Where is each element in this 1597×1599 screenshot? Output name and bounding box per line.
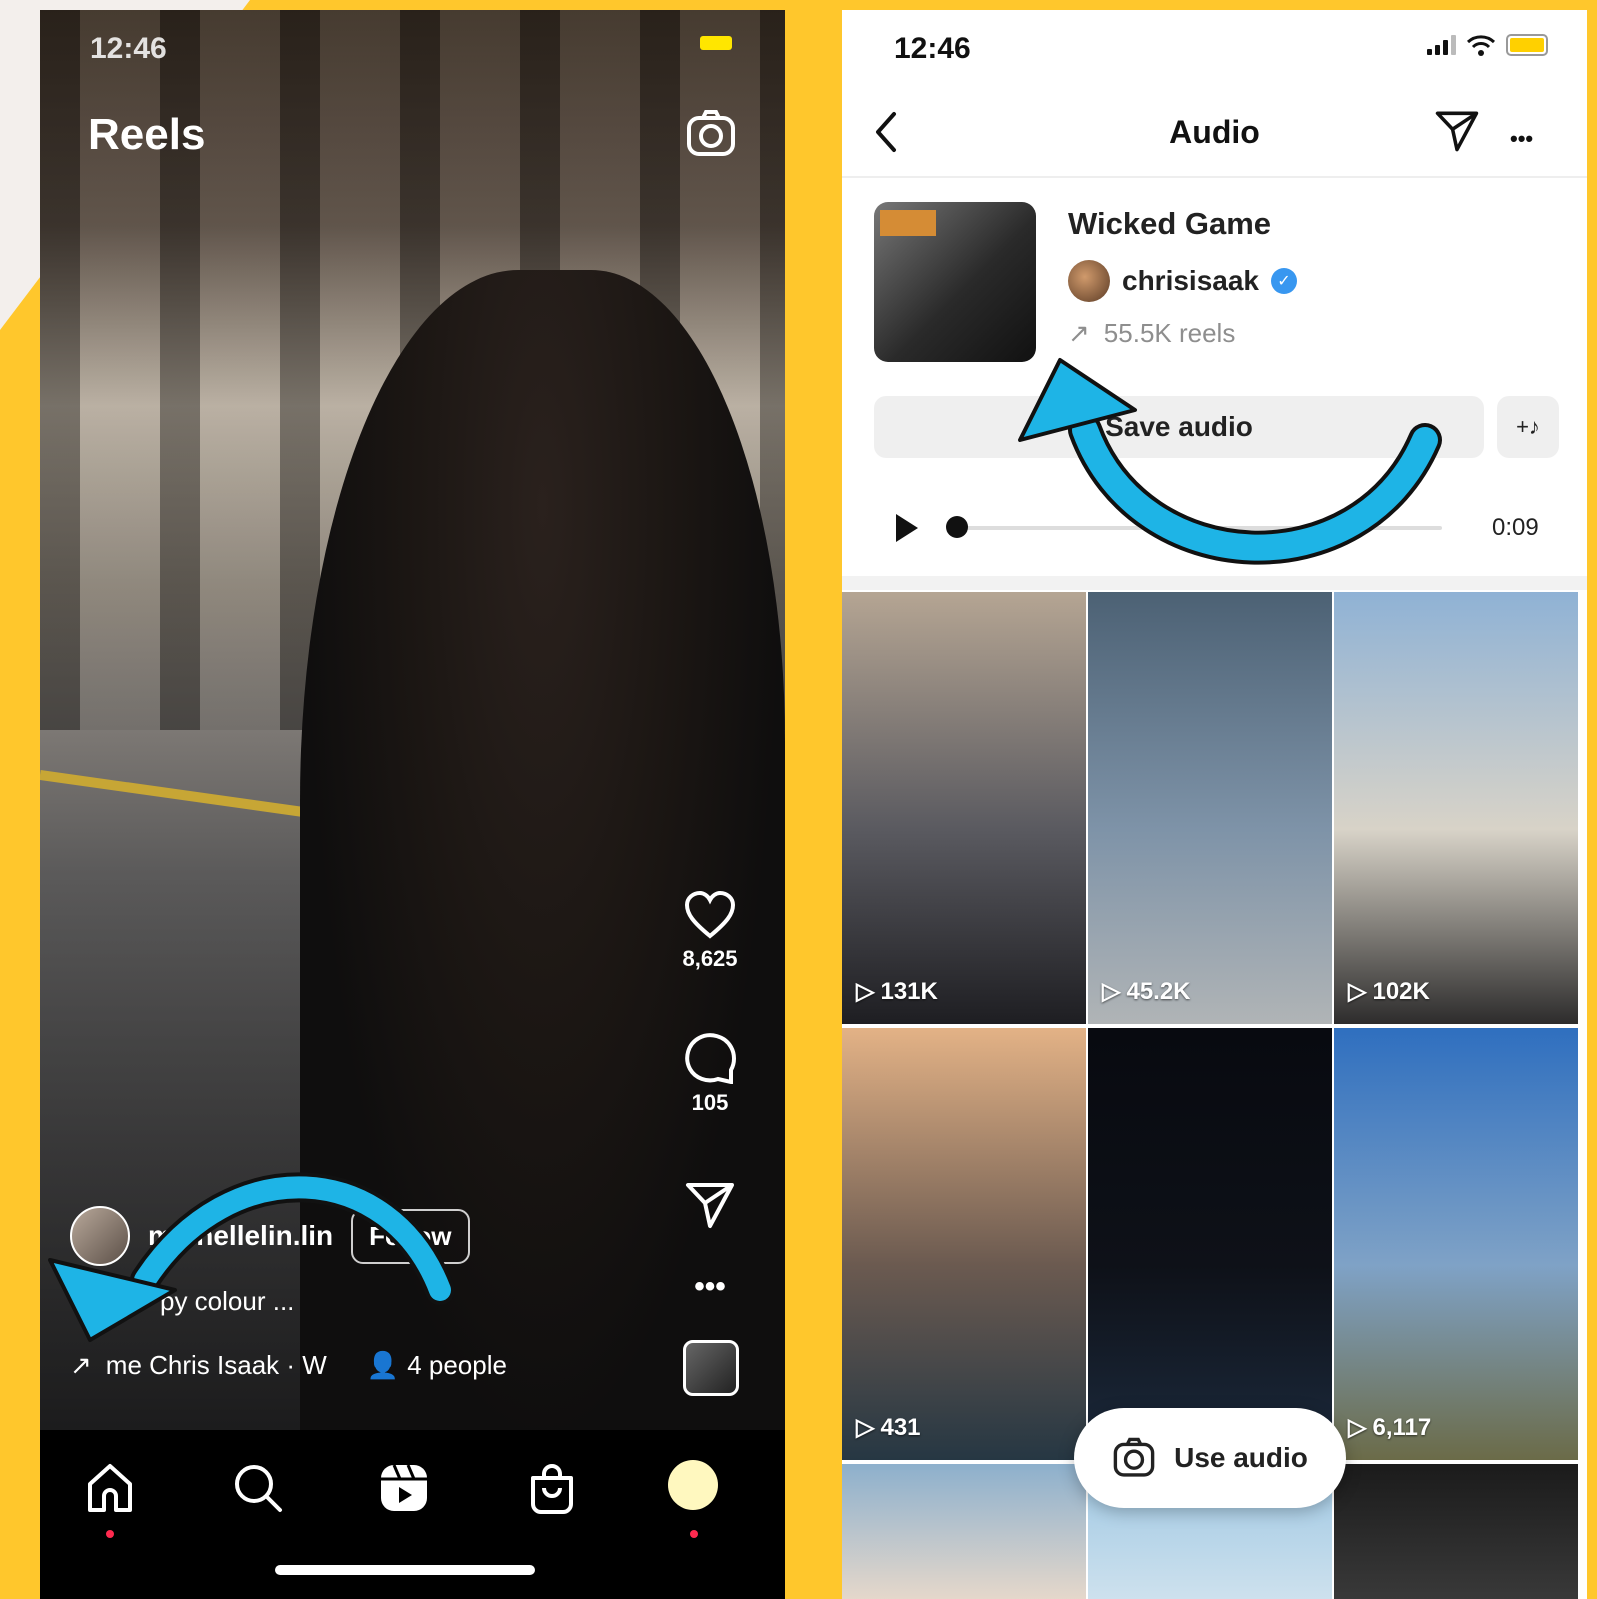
like-count: 8,625 xyxy=(682,946,738,971)
reel-thumbnail[interactable]: ▷ 431 xyxy=(842,1028,1086,1460)
caption[interactable]: py colour ... xyxy=(160,1286,294,1317)
play-outline-icon: ▷ xyxy=(1348,978,1367,1005)
scrubber-handle[interactable] xyxy=(946,516,968,538)
view-count: ▷ 131K xyxy=(856,977,938,1006)
page-title: Reels xyxy=(88,110,206,159)
more-icon: ••• xyxy=(694,1270,726,1303)
play-icon[interactable] xyxy=(888,510,924,546)
wifi-icon xyxy=(1466,35,1496,56)
share-button[interactable] xyxy=(670,1180,750,1230)
comment-button[interactable]: 105 xyxy=(670,1030,750,1116)
audio-attribution[interactable]: ↗ me Chris Isaak · W 👤 4 people xyxy=(70,1350,507,1381)
search-icon xyxy=(235,1465,282,1512)
reel-thumbnail[interactable]: ▷ 102K xyxy=(1334,592,1578,1024)
reel-thumbnail[interactable] xyxy=(1088,1028,1332,1460)
reel-author: michellelin.lin Follow xyxy=(70,1206,470,1266)
view-count: ▷ 6,117 xyxy=(1348,1413,1432,1442)
follow-button[interactable]: Follow xyxy=(351,1208,470,1264)
arrow-up-right-icon: ↗ xyxy=(70,1350,92,1380)
comment-icon xyxy=(685,1033,736,1084)
shop-icon xyxy=(531,1464,573,1514)
save-audio-button[interactable]: Save audio xyxy=(874,396,1484,458)
reels-screen: 12:46 Reels 8,625 105 ••• michellelin.li… xyxy=(40,10,785,1599)
nav-home[interactable] xyxy=(82,1460,142,1520)
view-count: ▷ 431 xyxy=(856,1413,921,1442)
audio-track-text[interactable]: me Chris Isaak · W xyxy=(106,1350,327,1381)
nav-profile[interactable] xyxy=(668,1460,728,1520)
nav-reels[interactable] xyxy=(376,1460,436,1520)
play-outline-icon: ▷ xyxy=(1348,1414,1367,1441)
profile-avatar xyxy=(668,1460,718,1510)
reel-thumbnail[interactable]: ▷ 6,117 xyxy=(1334,1028,1578,1460)
status-time: 12:46 xyxy=(894,32,971,65)
audio-screen: 12:46 Audio ••• Wicked Game chrisisaak ✓… xyxy=(842,10,1587,1599)
tagged-people[interactable]: 👤 4 people xyxy=(367,1350,507,1381)
avatar[interactable] xyxy=(70,1206,130,1266)
more-button[interactable]: ••• xyxy=(670,1270,750,1304)
play-outline-icon: ▷ xyxy=(1102,978,1121,1005)
reels-icon xyxy=(381,1464,427,1511)
verified-badge-icon: ✓ xyxy=(1271,268,1297,294)
nav-search[interactable] xyxy=(230,1460,290,1520)
add-music-icon: +♪ xyxy=(1516,414,1540,439)
reels-count-row: ↗ 55.5K reels xyxy=(1068,318,1235,349)
header: Audio ••• xyxy=(842,90,1587,178)
camera-icon xyxy=(1113,1437,1155,1477)
reel-thumbnail[interactable] xyxy=(842,1464,1086,1599)
camera-icon[interactable] xyxy=(685,108,737,160)
like-button[interactable]: 8,625 xyxy=(670,890,750,972)
people-count: 4 people xyxy=(407,1350,507,1380)
home-indicator-bar xyxy=(275,1565,535,1575)
play-outline-icon: ▷ xyxy=(856,978,875,1005)
artist-row[interactable]: chrisisaak ✓ xyxy=(1068,260,1297,302)
battery-icon xyxy=(700,36,732,50)
home-icon xyxy=(88,1464,132,1512)
avatar[interactable] xyxy=(1068,260,1110,302)
signal-icon xyxy=(1427,35,1456,55)
use-audio-button[interactable]: Use audio xyxy=(1074,1408,1346,1508)
reels-count: 55.5K reels xyxy=(1103,318,1236,348)
track-title: Wicked Game xyxy=(1068,206,1272,241)
arrow-up-right-icon: ↗ xyxy=(1068,318,1090,348)
album-art xyxy=(874,202,1036,362)
heart-icon xyxy=(684,890,736,939)
reel-thumbnail[interactable] xyxy=(1334,1464,1578,1599)
profile-indicator-dot xyxy=(690,1530,698,1538)
view-count: ▷ 102K xyxy=(1348,977,1430,1006)
audio-scrubber[interactable] xyxy=(952,526,1442,530)
more-icon[interactable]: ••• xyxy=(1510,126,1533,152)
audio-thumbnail[interactable] xyxy=(683,1340,739,1396)
battery-icon xyxy=(1506,34,1548,56)
nav-shop[interactable] xyxy=(524,1460,584,1520)
person-icon: 👤 xyxy=(366,1350,400,1380)
use-audio-label: Use audio xyxy=(1174,1442,1308,1473)
artist-name[interactable]: chrisisaak xyxy=(1122,265,1259,297)
status-time: 12:46 xyxy=(90,32,167,65)
audio-duration: 0:09 xyxy=(1492,514,1539,541)
home-indicator-dot xyxy=(106,1530,114,1538)
play-outline-icon: ▷ xyxy=(856,1414,875,1441)
view-count: ▷ 45.2K xyxy=(1102,977,1191,1006)
username[interactable]: michellelin.lin xyxy=(148,1220,333,1252)
comment-count: 105 xyxy=(691,1090,729,1115)
send-icon xyxy=(686,1183,734,1228)
send-icon[interactable] xyxy=(1434,108,1480,154)
status-icons xyxy=(1427,34,1548,56)
reel-thumbnail[interactable]: ▷ 45.2K xyxy=(1088,592,1332,1024)
divider xyxy=(842,576,1587,590)
add-music-button[interactable]: +♪ xyxy=(1497,396,1559,458)
reel-thumbnail[interactable]: ▷ 131K xyxy=(842,592,1086,1024)
